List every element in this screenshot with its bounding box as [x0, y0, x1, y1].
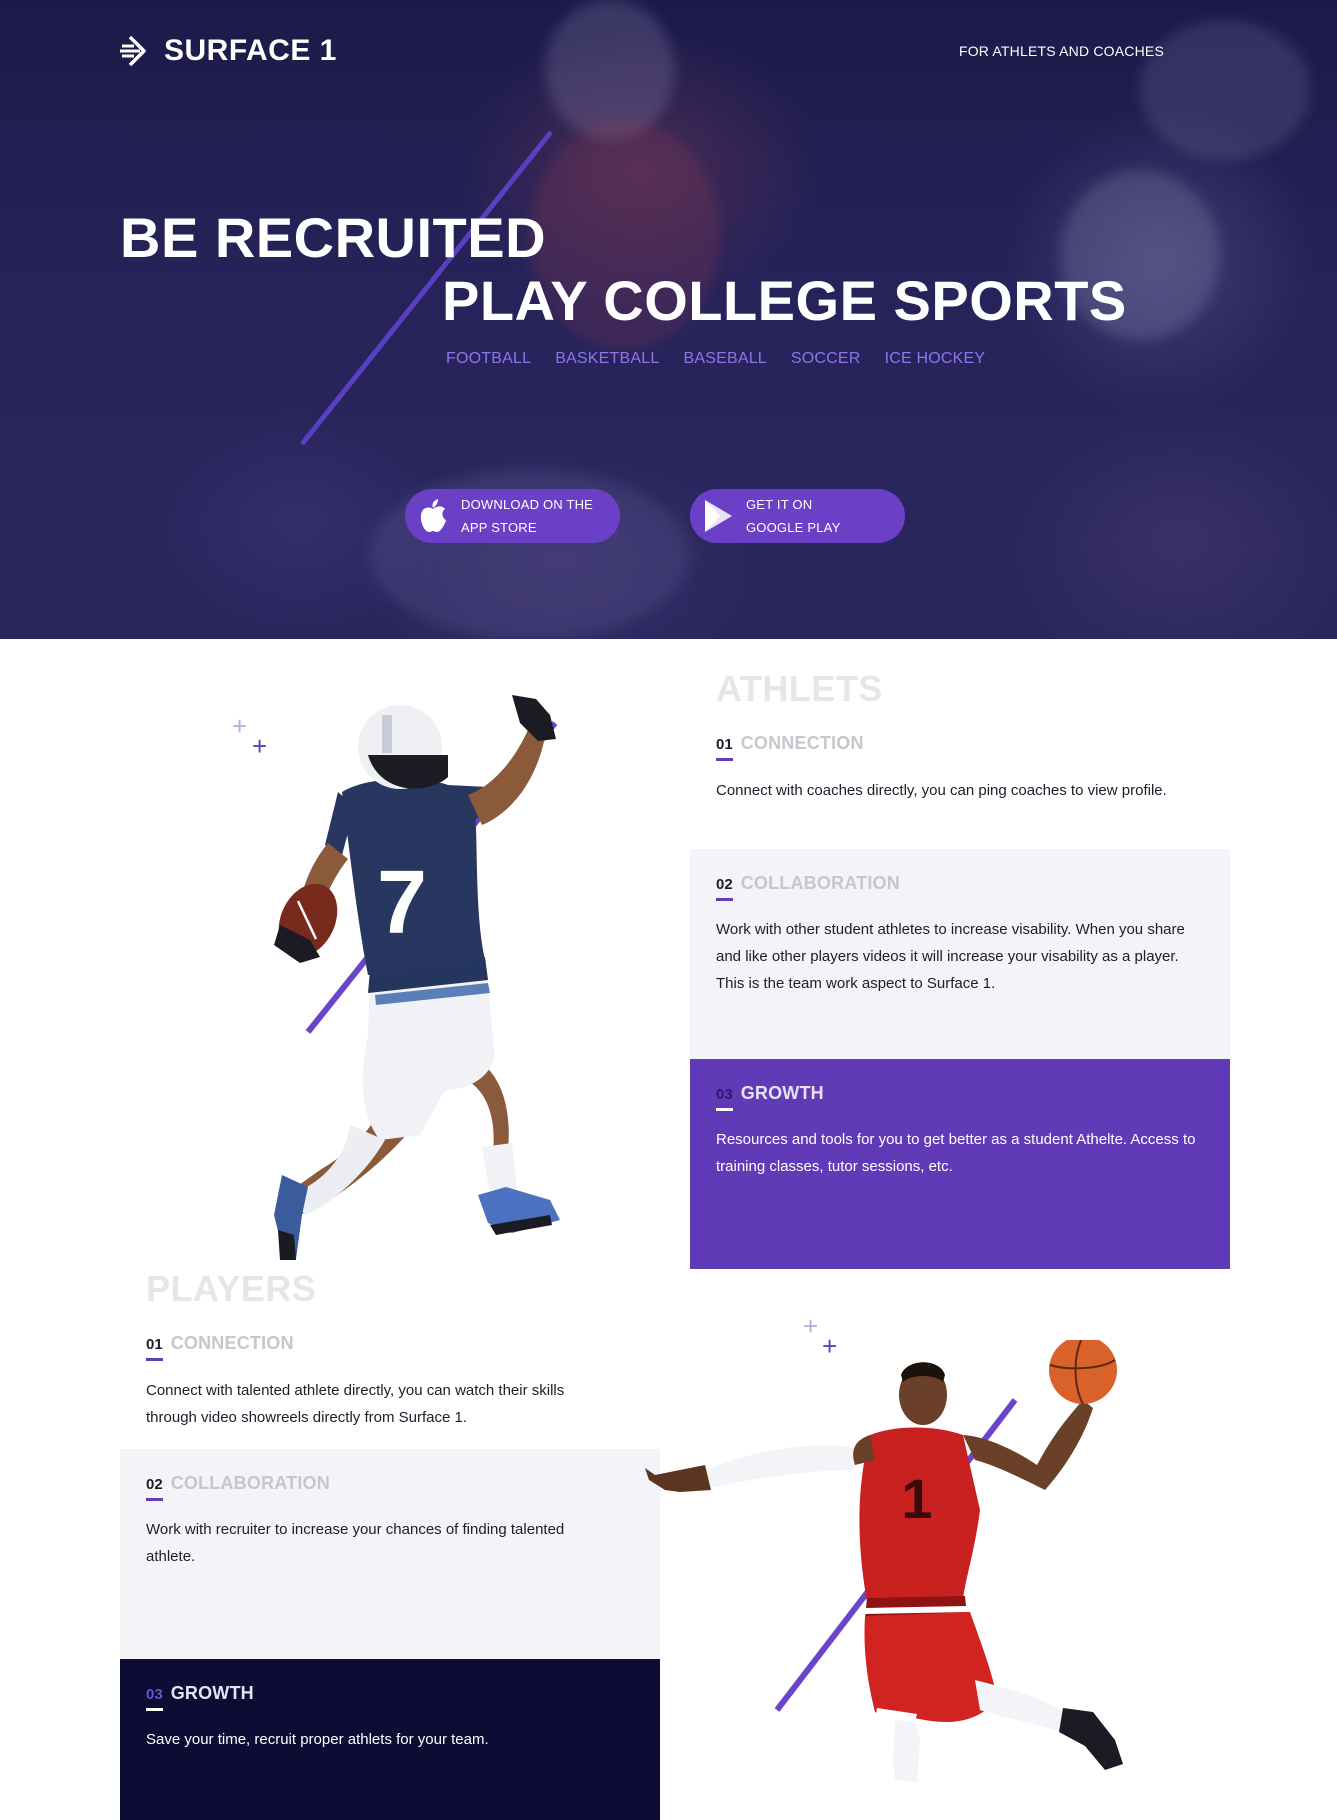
app-store-line1: DOWNLOAD ON THE	[461, 497, 594, 512]
sport-link-baseball[interactable]: BASEBALL	[683, 350, 766, 368]
basketball-player-image: 1	[645, 1340, 1123, 1782]
sport-link-football[interactable]: FOOTBALL	[446, 350, 531, 368]
headline-be-recruited: BE RECRUITED	[120, 206, 547, 269]
item-number: 02	[716, 876, 733, 901]
athletes-item-3-body: Resources and tools for you to get bette…	[716, 1131, 1196, 1175]
item-label: COLLABORATION	[740, 873, 900, 893]
app-store-line2: APP STORE	[461, 520, 537, 535]
item-number: 03	[716, 1086, 733, 1111]
item-label: CONNECTION	[170, 1333, 294, 1353]
athletes-item-1-body: Connect with coaches directly, you can p…	[716, 782, 1167, 799]
item-number: 03	[146, 1686, 163, 1711]
item-number: 02	[146, 1476, 163, 1501]
sport-link-basketball[interactable]: BASKETBALL	[555, 350, 659, 368]
play-icon	[690, 499, 746, 533]
sport-link-ice-hockey[interactable]: ICE HOCKEY	[885, 350, 986, 368]
sports-nav: FOOTBALL BASKETBALL BASEBALL SOCCER ICE …	[446, 350, 985, 368]
google-play-button[interactable]: GET IT ON GOOGLE PLAY	[690, 489, 905, 543]
athletes-section-title: ATHLETS	[716, 668, 883, 709]
players-growth-panel: 03 GROWTH Save your time, recruit proper…	[120, 1659, 660, 1820]
players-item-2-body: Work with recruiter to increase your cha…	[146, 1521, 565, 1565]
logo[interactable]: SURFACE 1	[120, 34, 337, 68]
hero-section: SURFACE 1 FOR ATHLETS AND COACHES BE REC…	[0, 0, 1337, 639]
football-jersey-number: 7	[377, 853, 427, 953]
football-player-image: 7	[274, 695, 560, 1260]
item-label: GROWTH	[740, 1083, 824, 1103]
logo-arrow-icon	[120, 35, 146, 67]
athletes-item-2-heading: 02 COLLABORATION	[716, 873, 900, 901]
item-number: 01	[146, 1336, 163, 1361]
google-play-line2: GOOGLE PLAY	[746, 520, 841, 535]
plus-decoration: +	[803, 1311, 819, 1341]
google-play-line1: GET IT ON	[746, 497, 813, 512]
basketball-jersey-number: 1	[901, 1467, 932, 1530]
item-label: CONNECTION	[740, 733, 864, 753]
athletes-item-2-body: Work with other student athletes to incr…	[716, 921, 1185, 992]
players-section-title: PLAYERS	[146, 1268, 317, 1309]
athletes-collaboration-panel: 02 COLLABORATION Work with other student…	[690, 849, 1230, 1059]
item-number: 01	[716, 736, 733, 761]
item-label: GROWTH	[170, 1683, 254, 1703]
players-item-3-heading: 03 GROWTH	[146, 1683, 254, 1711]
athletes-growth-panel: 03 GROWTH Resources and tools for you to…	[690, 1059, 1230, 1269]
app-store-button[interactable]: DOWNLOAD ON THE APP STORE	[405, 489, 620, 543]
athletes-and-coaches-link[interactable]: FOR ATHLETS AND COACHES	[959, 43, 1164, 59]
headline-play-college-sports: PLAY COLLEGE SPORTS	[442, 269, 1127, 332]
players-item-1-body: Connect with talented athlete directly, …	[146, 1382, 565, 1426]
players-item-1-heading: 01 CONNECTION	[146, 1333, 294, 1361]
athletes-item-3-heading: 03 GROWTH	[716, 1083, 824, 1111]
item-label: COLLABORATION	[170, 1473, 330, 1493]
athletes-item-1-heading: 01 CONNECTION	[716, 733, 864, 761]
apple-icon	[405, 499, 461, 533]
players-collaboration-panel: 02 COLLABORATION Work with recruiter to …	[120, 1449, 660, 1659]
logo-text: SURFACE 1	[164, 34, 337, 67]
players-item-2-heading: 02 COLLABORATION	[146, 1473, 330, 1501]
sport-link-soccer[interactable]: SOCCER	[791, 350, 861, 368]
plus-decoration: +	[232, 711, 248, 741]
players-item-3-body: Save your time, recruit proper athlets f…	[146, 1731, 489, 1748]
